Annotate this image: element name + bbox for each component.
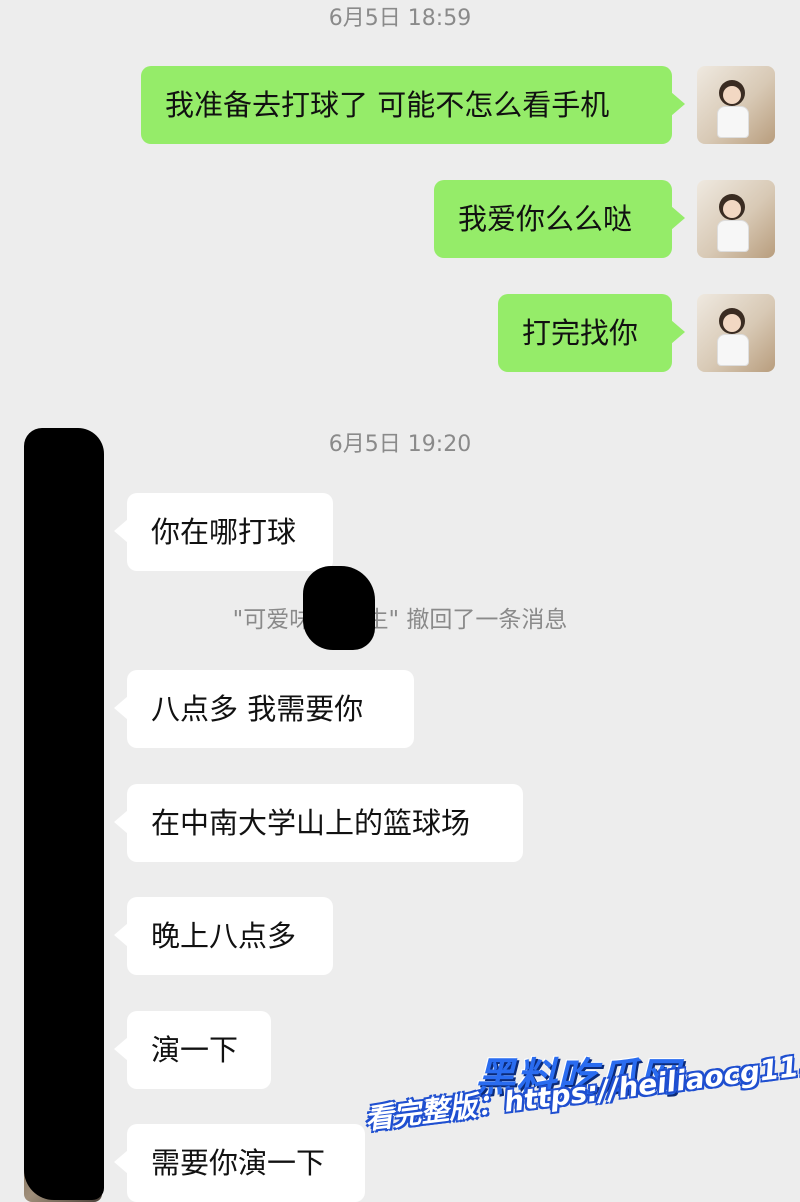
incoming-message[interactable]: 需要你演一下: [114, 1124, 365, 1202]
redaction-mark: [24, 428, 104, 1200]
recall-notice: "可爱味的 先生" 撤回了一条消息: [232, 607, 568, 633]
incoming-message[interactable]: 你在哪打球: [114, 493, 333, 571]
timestamp-1: 6月5日 18:59: [328, 6, 472, 31]
outgoing-message[interactable]: 我准备去打球了 可能不怎么看手机: [141, 66, 685, 144]
incoming-message[interactable]: 晚上八点多: [114, 897, 333, 975]
incoming-message[interactable]: 演一下: [114, 1011, 271, 1089]
outgoing-message[interactable]: 我爱你么么哒: [434, 180, 685, 258]
self-avatar[interactable]: [697, 66, 775, 144]
incoming-message[interactable]: 在中南大学山上的篮球场: [114, 784, 523, 862]
timestamp-2: 6月5日 19:20: [328, 432, 472, 457]
outgoing-message[interactable]: 打完找你: [498, 294, 685, 372]
self-avatar[interactable]: [697, 294, 775, 372]
incoming-message[interactable]: 八点多 我需要你: [114, 670, 414, 748]
self-avatar[interactable]: [697, 180, 775, 258]
redaction-mark: [303, 566, 375, 650]
